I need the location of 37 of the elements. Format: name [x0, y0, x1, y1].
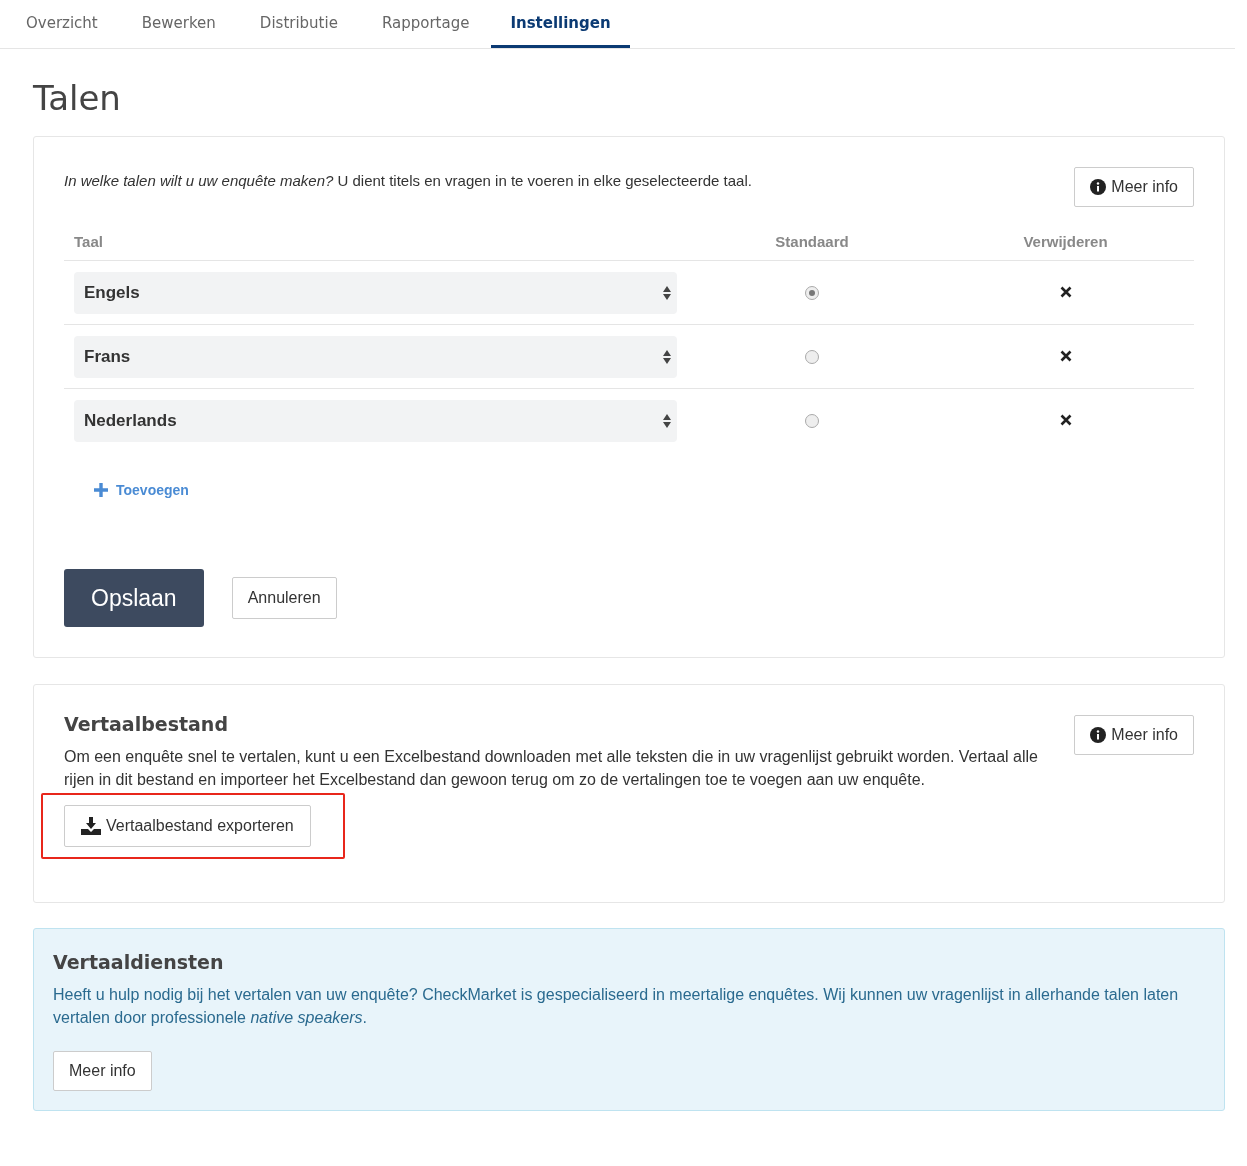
language-select[interactable]: Engels — [74, 271, 677, 314]
plus-icon — [94, 483, 108, 497]
column-header: Verwijderen — [937, 233, 1194, 261]
intro-text: In welke talen wilt u uw enquête maken? U dient titels en vragen in te voeren in elke geselecteerde taal. — [64, 172, 752, 189]
info-icon — [1090, 179, 1107, 195]
close-icon[interactable] — [1059, 349, 1072, 362]
description-text: Om een enquête snel te vertalen, kunt u een Excelbestand downloaden met alle teksten die in uw vragenlijst gebruikt worden. Vertaal alle rijen in dit bestand en importeer het Excelbestand dan gewoon terug om zo de vertalingen toe te voegen aan uw enquête. — [64, 747, 1039, 790]
sort-arrows-icon — [663, 349, 671, 364]
add-link[interactable]: Toevoegen — [94, 482, 189, 498]
default-radio[interactable] — [805, 286, 819, 301]
nav-tab[interactable]: Instellingen — [491, 0, 630, 48]
save-button[interactable]: Opslaan — [64, 569, 204, 627]
sort-arrows-icon — [663, 285, 671, 300]
cancel-button[interactable]: Annuleren — [231, 577, 337, 619]
language-select[interactable]: Frans — [74, 335, 677, 378]
export-button[interactable]: Vertaalbestand exporteren — [64, 805, 311, 847]
column-header: Standaard — [687, 233, 937, 261]
more-info-button[interactable]: Meer info — [53, 1051, 152, 1091]
download-icon — [81, 817, 101, 835]
more-info-button[interactable]: Meer info — [1074, 715, 1194, 755]
nav-tab[interactable]: Rapportage — [359, 0, 492, 48]
nav-tab[interactable]: Distributie — [237, 0, 360, 48]
default-radio[interactable] — [805, 350, 819, 365]
info-icon — [1090, 727, 1107, 743]
section-title: Vertaalbestand — [64, 713, 229, 735]
page-title: Talen — [33, 77, 122, 119]
nav-tab[interactable]: Bewerken — [119, 0, 238, 48]
column-header: Taal — [64, 233, 687, 261]
nav-tab[interactable]: Overzicht — [4, 0, 120, 48]
default-radio[interactable] — [805, 414, 819, 429]
section-title: Vertaaldiensten — [53, 951, 225, 973]
more-info-button[interactable]: Meer info — [1074, 167, 1194, 207]
language-select[interactable]: Nederlands — [74, 399, 677, 442]
close-icon[interactable] — [1059, 285, 1072, 298]
close-icon[interactable] — [1059, 413, 1072, 426]
description-text: Heeft u hulp nodig bij het vertalen van uw enquête? CheckMarket is gespecialiseerd in meertalige enquêtes. Wij kunnen uw vragenlijst in allerhande talen laten vertalen door professionele native speakers. — [53, 985, 1180, 1028]
sort-arrows-icon — [663, 413, 671, 428]
